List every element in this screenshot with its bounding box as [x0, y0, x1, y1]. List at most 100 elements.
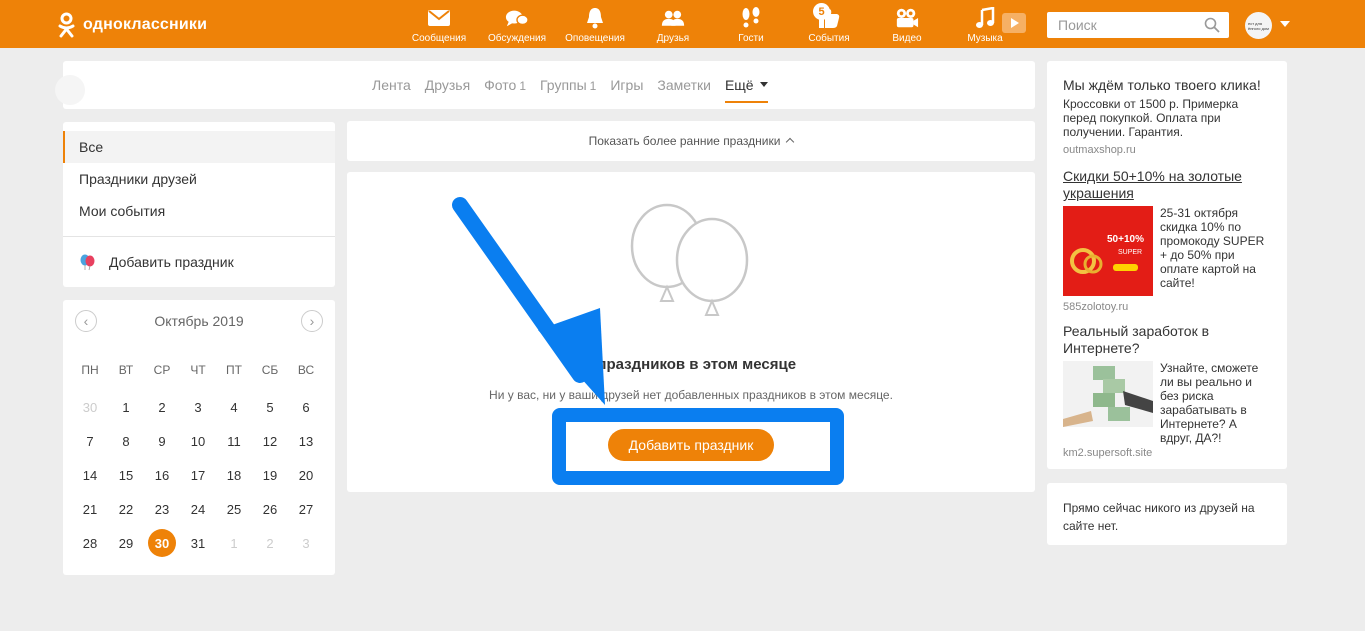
calendar-day[interactable]: 3	[288, 526, 324, 560]
calendar-day[interactable]: 8	[108, 424, 144, 458]
empty-state-subtitle: Ни у вас, ни у ваши друзей нет добавленн…	[489, 388, 893, 402]
chevron-down-icon[interactable]	[1280, 21, 1290, 27]
calendar-day-today[interactable]: 30	[144, 526, 180, 560]
calendar-day[interactable]: 15	[108, 458, 144, 492]
calendar-day[interactable]: 17	[180, 458, 216, 492]
calendar-day[interactable]: 14	[72, 458, 108, 492]
add-holiday-label: Добавить праздник	[109, 254, 234, 270]
profile-tabs: Лента Друзья Фото 1 Группы 1 Игры Заметки …	[55, 61, 1035, 109]
avatar[interactable]: ест для ённого дом	[1245, 12, 1272, 39]
tab-feed[interactable]: Лента	[372, 61, 411, 109]
friends-online-panel: Прямо сейчас никого из друзей на сайте н…	[1047, 483, 1287, 545]
nav-friends[interactable]: Друзья	[634, 0, 712, 48]
tab-friends[interactable]: Друзья	[425, 61, 470, 109]
avatar-text: ест для ённого дом	[1248, 21, 1269, 31]
calendar-day[interactable]: 7	[72, 424, 108, 458]
nav-guests[interactable]: Гости	[712, 0, 790, 48]
envelope-icon	[427, 6, 451, 30]
menu-item-my-events[interactable]: Мои события	[63, 195, 335, 227]
ok-logo-icon	[58, 12, 75, 38]
calendar-day[interactable]: 21	[72, 492, 108, 526]
calendar-day[interactable]: 19	[252, 458, 288, 492]
calendar-day[interactable]: 6	[288, 390, 324, 424]
tab-games[interactable]: Игры	[610, 61, 643, 109]
nav-label: Оповещения	[565, 33, 625, 44]
calendar-day[interactable]: 27	[288, 492, 324, 526]
weekday-label: СБ	[261, 363, 279, 377]
main-nav: Сообщения Обсуждения Оповещения Друзья Г…	[400, 0, 1024, 48]
ad-text[interactable]: Узнайте, сможете ли вы реально и без рис…	[1160, 361, 1271, 445]
tab-notes[interactable]: Заметки	[657, 61, 711, 109]
music-play-button[interactable]	[1002, 13, 1026, 33]
nav-label: События	[808, 33, 850, 44]
calendar-day[interactable]: 23	[144, 492, 180, 526]
tab-count: 1	[519, 79, 527, 93]
tab-count: 1	[589, 79, 597, 93]
ad-text[interactable]: Кроссовки от 1500 р. Примерка перед поку…	[1063, 97, 1271, 139]
nav-notifications[interactable]: Оповещения	[556, 0, 634, 48]
holidays-empty-state: т праздников в этом месяце Ни у вас, ни …	[347, 172, 1035, 492]
calendar-day[interactable]: 10	[180, 424, 216, 458]
tab-more[interactable]: Ещё	[724, 61, 768, 109]
show-earlier-label: Показать более ранние праздники	[588, 134, 781, 148]
calendar-day[interactable]: 1	[216, 526, 252, 560]
ad-domain[interactable]: outmaxshop.ru	[1063, 144, 1271, 156]
today-marker: 30	[148, 529, 176, 557]
nav-events[interactable]: 5 События	[790, 0, 868, 48]
nav-discussions[interactable]: Обсуждения	[478, 0, 556, 48]
ad-text[interactable]: 25-31 октября скидка 10% по промокоду SU…	[1160, 206, 1271, 296]
nav-video[interactable]: Видео	[868, 0, 946, 48]
ad-body[interactable]: Узнайте, сможете ли вы реально и без рис…	[1063, 361, 1271, 445]
ad-image-money[interactable]	[1063, 361, 1153, 427]
search-input[interactable]	[1047, 12, 1197, 38]
ad-title[interactable]: Реальный заработок в Интернете?	[1063, 323, 1271, 357]
add-holiday-link[interactable]: Добавить праздник	[63, 246, 335, 278]
calendar-day[interactable]: 31	[180, 526, 216, 560]
ad-image-text: 50+10%	[1107, 234, 1144, 245]
friends-icon	[661, 6, 685, 30]
calendar-day[interactable]: 26	[252, 492, 288, 526]
calendar-day[interactable]: 12	[252, 424, 288, 458]
ad-body[interactable]: 50+10% SUPER 25-31 октября скидка 10% по…	[1063, 206, 1271, 296]
calendar-day[interactable]: 20	[288, 458, 324, 492]
nav-messages[interactable]: Сообщения	[400, 0, 478, 48]
calendar-day[interactable]: 9	[144, 424, 180, 458]
calendar-day[interactable]: 2	[144, 390, 180, 424]
calendar-day[interactable]: 24	[180, 492, 216, 526]
calendar-day[interactable]: 4	[216, 390, 252, 424]
calendar-day[interactable]: 22	[108, 492, 144, 526]
calendar-day[interactable]: 1	[108, 390, 144, 424]
calendar-day[interactable]: 30	[72, 390, 108, 424]
calendar-day[interactable]: 2	[252, 526, 288, 560]
top-bar: одноклассники Сообщения Обсуждения Опове…	[0, 0, 1365, 48]
ads-panel: Мы ждём только твоего клика! Кроссовки о…	[1047, 61, 1287, 469]
menu-item-all[interactable]: Все	[63, 131, 335, 163]
calendar-day[interactable]: 29	[108, 526, 144, 560]
nav-label: Друзья	[656, 33, 690, 44]
show-earlier-holidays-link[interactable]: Показать более ранние праздники	[347, 121, 1035, 161]
holidays-menu: Все Праздники друзей Мои события Добавит…	[63, 122, 335, 287]
tab-photos[interactable]: Фото 1	[484, 61, 526, 109]
calendar-next-button[interactable]: ›	[301, 310, 323, 332]
logo[interactable]: одноклассники	[58, 12, 207, 38]
menu-item-friends-holidays[interactable]: Праздники друзей	[63, 163, 335, 195]
balloons-illustration	[630, 203, 749, 316]
calendar-day[interactable]: 3	[180, 390, 216, 424]
tab-groups[interactable]: Группы 1	[540, 61, 596, 109]
calendar-day[interactable]: 25	[216, 492, 252, 526]
calendar-day[interactable]: 28	[72, 526, 108, 560]
ad-title[interactable]: Мы ждём только твоего клика!	[1063, 77, 1271, 94]
add-holiday-button[interactable]: Добавить праздник	[608, 429, 774, 461]
calendar-day[interactable]: 18	[216, 458, 252, 492]
ad-domain[interactable]: km2.supersoft.site	[1063, 447, 1271, 459]
calendar-day[interactable]: 5	[252, 390, 288, 424]
calendar-day[interactable]: 13	[288, 424, 324, 458]
search-icon[interactable]	[1204, 17, 1220, 33]
calendar: ‹ Октябрь 2019 › ПН ВТ СР ЧТ ПТ СБ ВС 30…	[63, 300, 335, 575]
profile-avatar-ghost	[55, 75, 85, 105]
calendar-day[interactable]: 11	[216, 424, 252, 458]
ad-title-link[interactable]: Скидки 50+10% на золотые украшения	[1063, 168, 1271, 202]
ad-image-jewelry[interactable]: 50+10% SUPER	[1063, 206, 1153, 296]
calendar-day[interactable]: 16	[144, 458, 180, 492]
ad-domain[interactable]: 585zolotoy.ru	[1063, 301, 1271, 313]
